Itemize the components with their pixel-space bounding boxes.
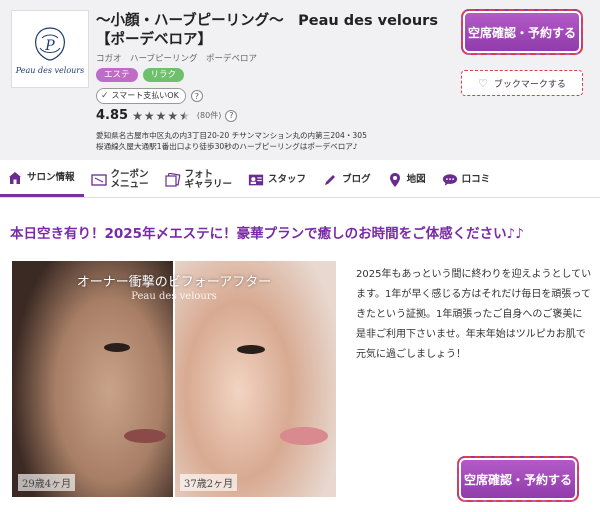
staff-card-icon (248, 172, 264, 188)
ticket-icon (90, 172, 107, 188)
bookmark-button[interactable]: ♡ ブックマークする (461, 70, 583, 96)
star-icon: ★ (143, 108, 155, 123)
heart-icon: ♡ (478, 76, 488, 90)
smart-pay-badge[interactable]: ✓ スマート支払いOK (96, 88, 186, 104)
map-pin-icon (387, 172, 403, 188)
rating-help-icon[interactable]: ? (225, 109, 238, 122)
rating-row: 4.85 ★ ★ ★ ★ ★ (80件) ? (96, 108, 238, 123)
svg-text:P: P (44, 38, 55, 54)
tab-label: 口コミ (461, 173, 491, 185)
help-icon[interactable]: ? (190, 90, 203, 102)
logo-text: Peau des velours (15, 65, 85, 75)
tab-blog[interactable]: ブログ (315, 162, 380, 197)
half-star-icon: ★ (179, 108, 190, 123)
tab-photo-gallery[interactable]: フォト ギャラリー (158, 162, 242, 197)
home-icon (7, 170, 23, 186)
genre-tags: エステ リラク (96, 68, 185, 82)
tab-label: クーポン メニュー (110, 168, 149, 190)
photo-icon (164, 172, 181, 188)
salon-title-line2: 【ポーデベロア】 (96, 32, 212, 48)
reserve-button-top[interactable]: 空席確認・予約する (461, 9, 583, 55)
salon-address: 愛知県名古屋市中区丸の内3丁目20-20 チサンマンション丸の内第三204・30… (96, 130, 367, 152)
rating-stars: ★ ★ ★ ★ ★ (132, 109, 190, 123)
before-eye (104, 343, 130, 352)
rating-score: 4.85 (96, 108, 129, 123)
star-icon: ★ (155, 108, 167, 123)
bookmark-label: ブックマークする (493, 79, 566, 90)
chat-bubble-icon (442, 172, 458, 188)
salon-logo: P Peau des velours (11, 10, 89, 88)
salon-header: P Peau des velours 〜小顔・ハーブピーリング〜 Peau de… (0, 0, 600, 160)
pencil-icon (322, 172, 338, 188)
smart-pay-label: スマート支払いOK (111, 91, 179, 100)
review-count[interactable]: (80件) (197, 110, 221, 121)
before-after-photo[interactable]: オーナー衝撃のビフォーアフター Peau des velours 29歳4ヶ月 … (12, 261, 336, 497)
tab-label: フォト ギャラリー (184, 168, 233, 190)
age-after-label: 37歳2ヶ月 (180, 474, 238, 491)
salon-subtitle: コガオ ハーブピーリング ポーデベロア (96, 54, 257, 64)
reserve-button-bottom[interactable]: 空席確認・予約する (457, 456, 579, 502)
after-eye (237, 345, 265, 354)
access-line: 桜通線久屋大通駅1番出口より徒歩30秒のハーブピーリングはポーデベロア♪ (96, 142, 358, 151)
tab-label: ブログ (342, 173, 371, 185)
logo-emblem-icon: P (35, 26, 65, 61)
tab-staff[interactable]: スタッフ (241, 162, 315, 197)
address-line: 愛知県名古屋市中区丸の内3丁目20-20 チサンマンション丸の内第三204・30… (96, 131, 367, 140)
salon-title-line1: 〜小顔・ハーブピーリング〜 Peau des velours (96, 13, 438, 29)
star-icon: ★ (167, 108, 179, 123)
check-icon: ✓ (101, 91, 109, 101)
before-lips (124, 429, 166, 443)
salon-title: 〜小顔・ハーブピーリング〜 Peau des velours 【ポーデベロア】 (96, 12, 446, 50)
tab-coupon-menu[interactable]: クーポン メニュー (84, 162, 158, 197)
tab-map[interactable]: 地図 (380, 162, 435, 197)
tag-relax[interactable]: リラク (142, 68, 185, 82)
photo-brand: Peau des velours (131, 291, 217, 302)
tab-label: サロン情報 (27, 172, 75, 183)
tab-label: スタッフ (268, 173, 307, 185)
tag-esthe[interactable]: エステ (96, 68, 138, 82)
tab-salon-info[interactable]: サロン情報 (0, 162, 84, 197)
tab-reviews[interactable]: 口コミ (435, 162, 500, 197)
salon-nav-tabs: サロン情報 クーポン メニュー フォト ギャラリー スタッフ ブログ 地図 口コ… (0, 162, 600, 198)
tab-label: 地図 (406, 173, 426, 185)
payment-row: ✓ スマート支払いOK ? (96, 88, 203, 104)
after-lips (280, 427, 328, 445)
age-before-label: 29歳4ヶ月 (18, 474, 76, 491)
photo-caption: オーナー衝撃のビフォーアフター (76, 275, 272, 290)
star-icon: ★ (132, 108, 143, 123)
catch-headline: 本日空き有り！2025年〆エステに！豪華プランで癒しのお時間をご体感ください♪♪ (10, 226, 524, 242)
catch-description: 2025年もあっという間に終わりを迎えようとしています。1年が早く感じる方はそれ… (356, 269, 592, 360)
